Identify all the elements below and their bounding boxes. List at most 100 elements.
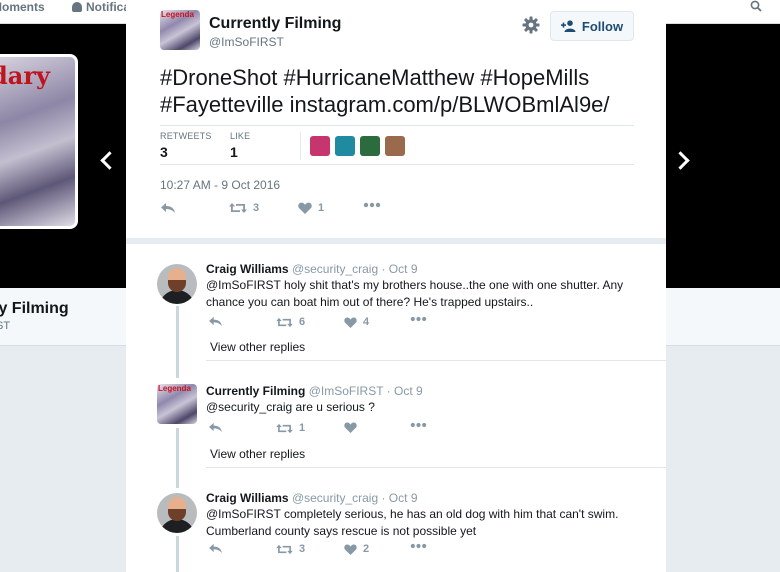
reply-actions: 6 4: [206, 316, 466, 332]
reply-meta[interactable]: @security_craig · Oct 9: [292, 262, 418, 276]
view-other-replies-link[interactable]: View other replies: [210, 447, 305, 461]
tweet-modal: Legenda Currently Filming @ImSoFIRST Fol…: [126, 0, 666, 572]
reply-actions: 3 2: [206, 543, 466, 559]
reply-tweet: Legenda Currently Filming @ImSoFIRST · O…: [126, 384, 666, 468]
background-profile-picture: dary: [0, 54, 78, 229]
retweet-icon: [229, 203, 247, 213]
liker-avatar[interactable]: [360, 136, 380, 156]
tweet-text-line-1[interactable]: #DroneShot #HurricaneMatthew #HopeMills: [160, 64, 640, 91]
heart-icon: [344, 544, 357, 555]
add-user-icon: [560, 20, 576, 32]
reply-avatar[interactable]: [157, 493, 197, 533]
background-profile-handle: ST: [0, 320, 11, 332]
retweet-action[interactable]: 3: [229, 202, 259, 214]
reply-author-name[interactable]: Currently Filming: [206, 384, 305, 398]
retweet-action[interactable]: 3: [276, 543, 305, 555]
more-action[interactable]: [410, 422, 427, 428]
more-action[interactable]: [410, 543, 427, 549]
liker-avatar[interactable]: [335, 136, 355, 156]
reply-actions: 1: [206, 422, 466, 438]
tweet-actions: 3 1: [160, 202, 460, 220]
reply-header: Craig Williams @security_craig · Oct 9: [206, 262, 418, 276]
reply-header: Currently Filming @ImSoFIRST · Oct 9: [206, 384, 423, 398]
more-icon: [410, 316, 427, 322]
more-icon: [410, 543, 427, 549]
reply-action[interactable]: [208, 543, 223, 554]
more-action[interactable]: [363, 202, 381, 208]
reply-separator: [206, 467, 666, 468]
retweet-action[interactable]: 6: [276, 316, 305, 328]
likes-label: LIKE: [230, 131, 251, 141]
reply-text: @ImSoFIRST completely serious, he has an…: [206, 507, 619, 538]
view-other-replies-link[interactable]: View other replies: [210, 340, 305, 354]
like-count: 2: [363, 543, 370, 555]
reply-header: Craig Williams @security_craig · Oct 9: [206, 491, 418, 505]
reply-action[interactable]: [208, 316, 223, 327]
nav-notifications-label: Notifica: [86, 0, 131, 14]
like-action[interactable]: 4: [344, 316, 369, 328]
stats-divider: [300, 132, 301, 160]
reply-avatar[interactable]: [157, 264, 197, 304]
author-handle[interactable]: @ImSoFIRST: [209, 35, 284, 49]
avatar-text: Legenda: [158, 384, 191, 393]
gear-icon[interactable]: [522, 16, 540, 34]
follow-button[interactable]: Follow: [550, 11, 634, 41]
heart-icon: [298, 202, 312, 214]
follow-label: Follow: [581, 18, 624, 34]
retweets-stat[interactable]: RETWEETS 3: [160, 131, 212, 160]
author-name[interactable]: Currently Filming: [209, 15, 341, 33]
heart-icon: [344, 422, 357, 433]
more-icon: [363, 202, 381, 208]
tweet-stats: RETWEETS 3 LIKE 1: [160, 125, 634, 165]
previous-tweet-chevron-icon[interactable]: [94, 148, 118, 172]
retweet-icon: [276, 317, 293, 327]
reply-action[interactable]: [208, 422, 223, 433]
nav-moments[interactable]: Moments: [0, 0, 45, 14]
like-action[interactable]: 2: [344, 543, 369, 555]
reply-action[interactable]: [160, 202, 176, 214]
next-tweet-chevron-icon[interactable]: [672, 148, 696, 172]
like-action[interactable]: [344, 422, 363, 433]
reply-separator: [206, 360, 666, 361]
retweet-icon: [276, 544, 293, 554]
profile-picture-word: dary: [0, 61, 50, 90]
tweet-text-line-2[interactable]: #Fayetteville instagram.com/p/BLWOBmlAl9…: [160, 91, 640, 118]
likes-count: 1: [230, 144, 238, 160]
retweet-action[interactable]: 1: [276, 422, 305, 434]
author-avatar[interactable]: Legenda: [160, 10, 200, 50]
tweet-timestamp[interactable]: 10:27 AM - 9 Oct 2016: [160, 178, 280, 192]
retweet-count: 3: [299, 543, 306, 555]
retweets-count: 3: [160, 144, 168, 160]
heart-icon: [344, 317, 357, 328]
like-count: 4: [363, 316, 370, 328]
more-icon: [410, 422, 427, 428]
tweet-text: #DroneShot #HurricaneMatthew #HopeMills …: [160, 64, 640, 118]
reply-tweet: Craig Williams @security_craig · Oct 9 @…: [126, 491, 666, 572]
liker-avatar[interactable]: [385, 136, 405, 156]
background-profile-name: ly Filming: [0, 300, 69, 317]
reply-icon: [209, 316, 222, 327]
reply-meta[interactable]: @security_craig · Oct 9: [292, 491, 418, 505]
nav-moments-label: Moments: [0, 0, 45, 14]
liker-avatar[interactable]: [310, 136, 330, 156]
more-action[interactable]: [410, 316, 427, 322]
retweet-count: 3: [253, 202, 260, 214]
like-action[interactable]: 1: [298, 202, 324, 214]
reply-icon: [209, 422, 222, 433]
retweets-label: RETWEETS: [160, 131, 212, 141]
reply-meta[interactable]: @ImSoFIRST · Oct 9: [309, 384, 423, 398]
bell-icon: [72, 2, 82, 12]
permalink-tweet: Legenda Currently Filming @ImSoFIRST Fol…: [126, 0, 666, 244]
reply-icon: [209, 543, 222, 554]
reply-tweet: Craig Williams @security_craig · Oct 9 @…: [126, 262, 666, 364]
search-icon[interactable]: [750, 0, 762, 12]
reply-text: @security_craig are u serious ?: [206, 400, 375, 414]
reply-author-name[interactable]: Craig Williams: [206, 262, 289, 276]
reply-text: @ImSoFIRST holy shit that's my brothers …: [206, 278, 624, 309]
avatar-text: Legenda: [161, 10, 194, 19]
reply-avatar[interactable]: Legenda: [157, 384, 197, 424]
reply-author-name[interactable]: Craig Williams: [206, 491, 289, 505]
avatar-figure: [159, 290, 195, 304]
likes-stat[interactable]: LIKE 1: [230, 131, 250, 160]
nav-notifications[interactable]: Notifica: [72, 0, 130, 14]
